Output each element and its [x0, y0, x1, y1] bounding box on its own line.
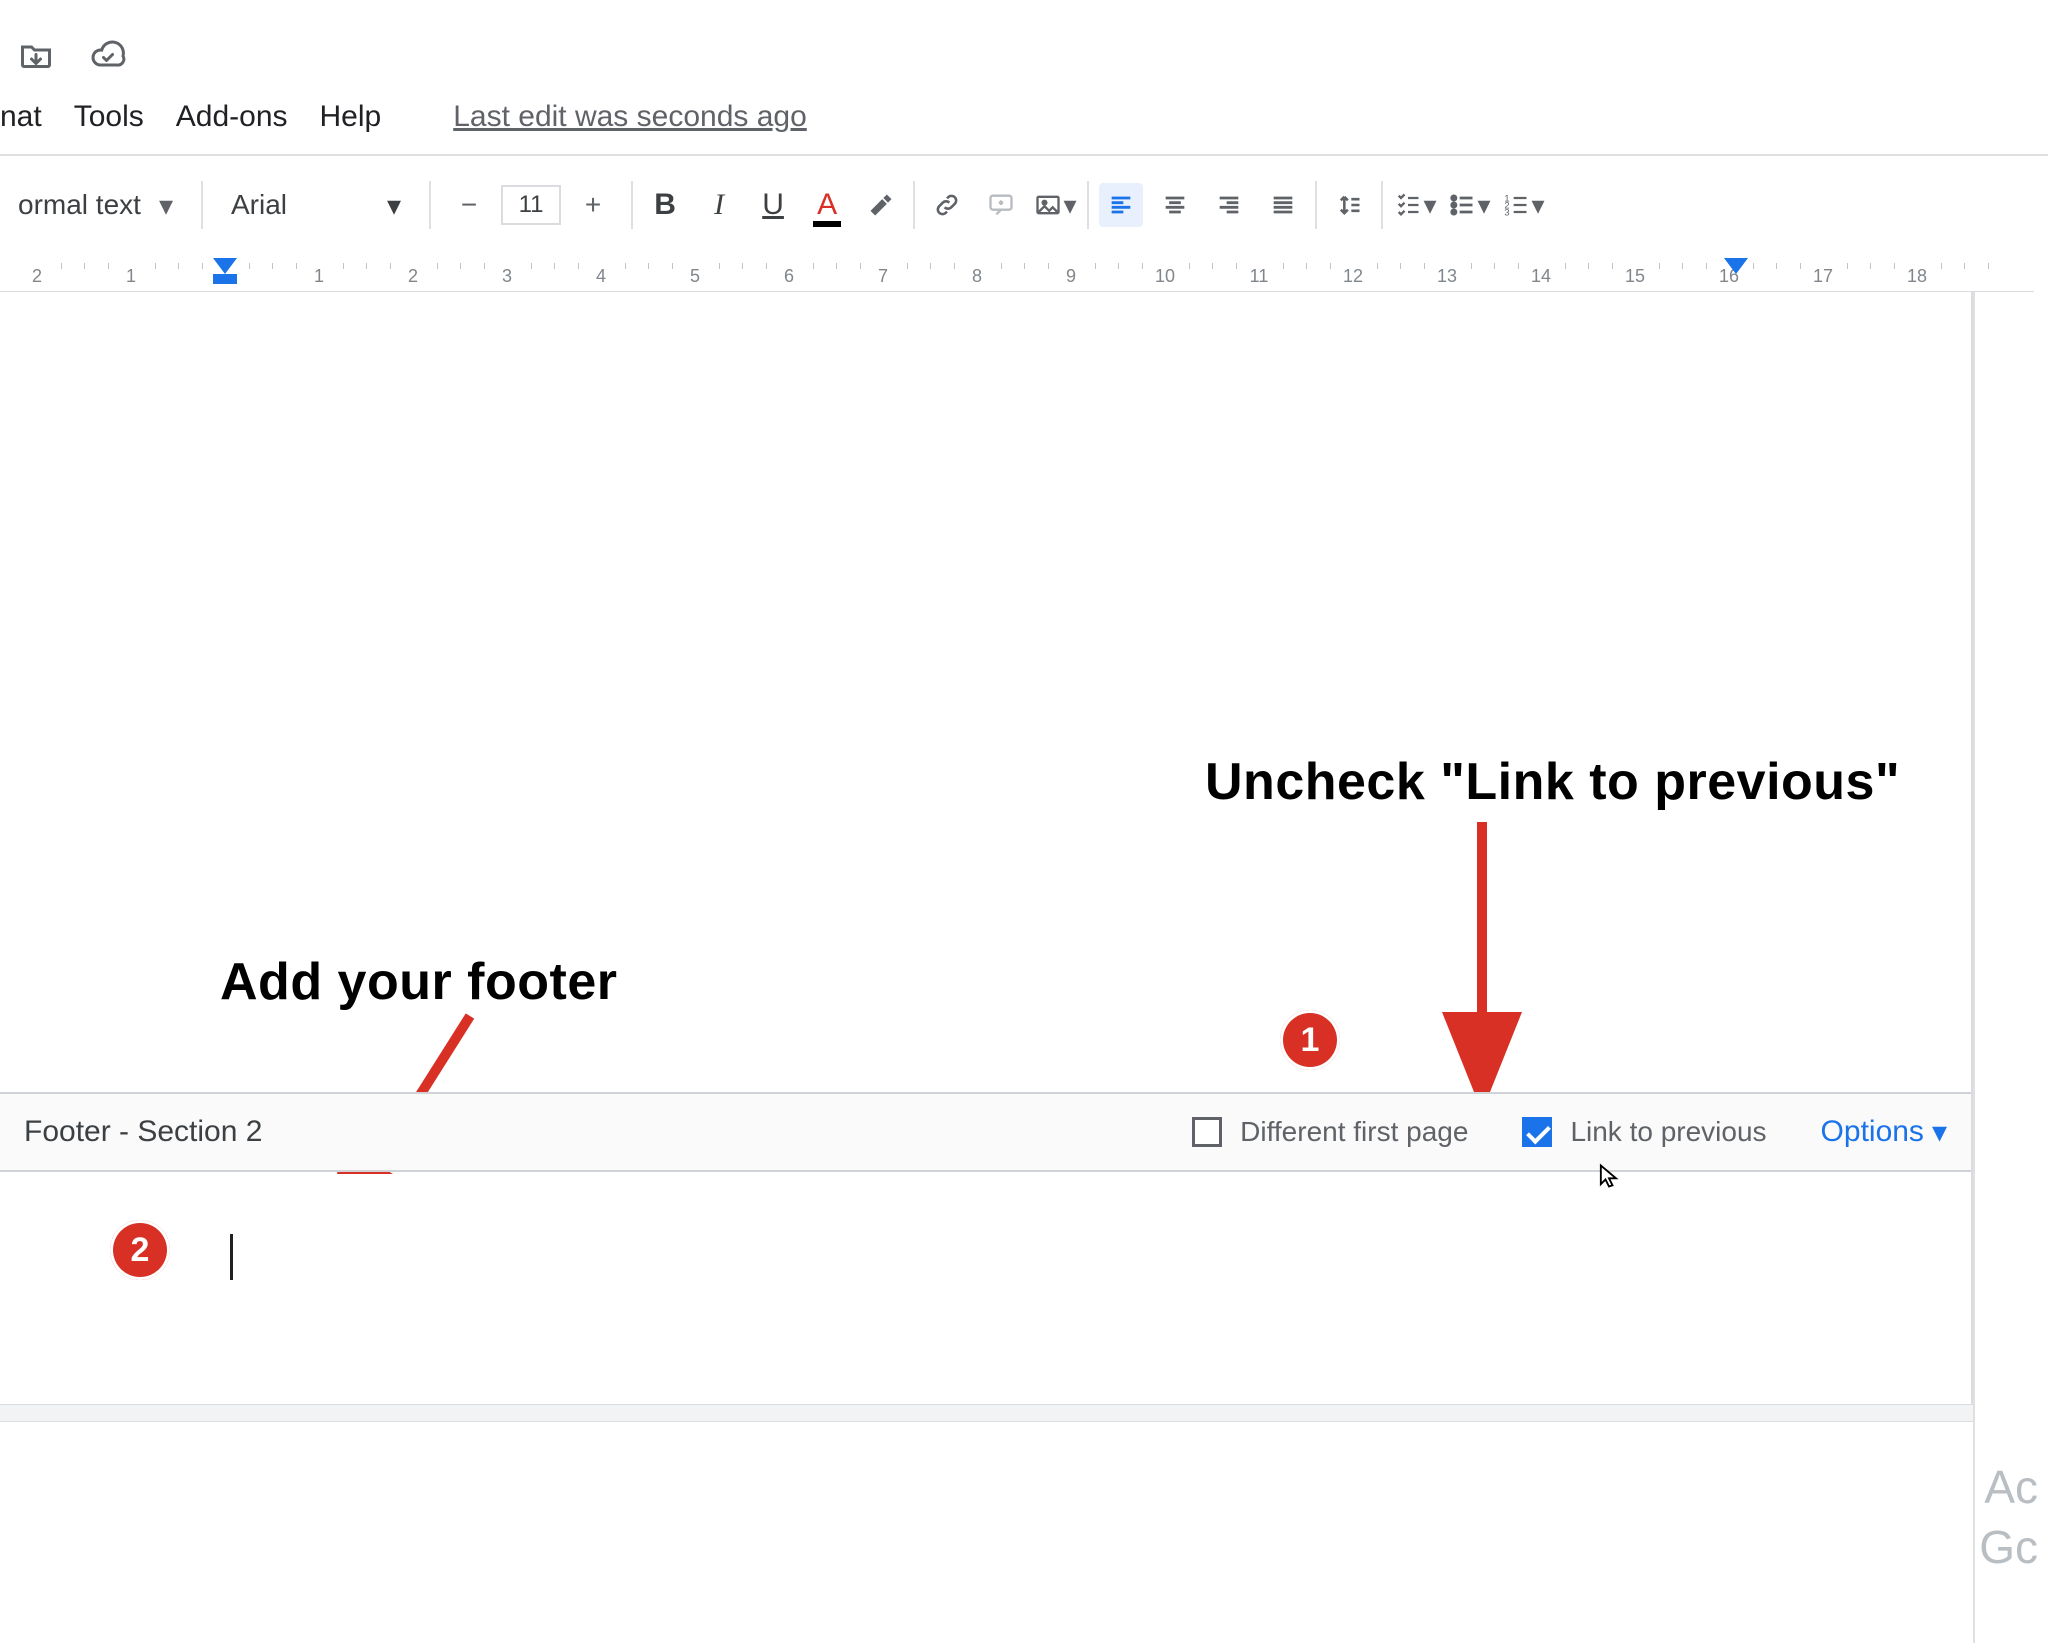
document-page[interactable]: Uncheck "Link to previous" Add your foot… [0, 292, 1973, 1412]
annotation-badge-1: 1 [1280, 1010, 1340, 1070]
chevron-down-icon: ▾ [1932, 1115, 1947, 1150]
bold-button[interactable]: B [643, 183, 687, 227]
side-panel [1973, 292, 2048, 1643]
menu-format[interactable]: nat [0, 100, 42, 134]
highlight-button[interactable] [859, 183, 903, 227]
annotation-text-2: Add your footer [220, 952, 617, 1012]
insert-link-button[interactable] [925, 183, 969, 227]
font-size-increase[interactable]: + [575, 187, 611, 223]
line-spacing-button[interactable] [1327, 183, 1371, 227]
align-right-button[interactable] [1207, 183, 1251, 227]
underline-button[interactable]: U [751, 183, 795, 227]
folder-move-icon[interactable] [18, 38, 54, 79]
chevron-down-icon: ▾ [387, 189, 401, 222]
side-panel-text-2: Gc [1979, 1520, 2038, 1574]
cloud-check-icon[interactable] [90, 38, 126, 79]
menu-addons[interactable]: Add-ons [176, 100, 288, 134]
align-justify-button[interactable] [1261, 183, 1305, 227]
numbered-list-button[interactable]: 123 ▾ [1501, 183, 1545, 227]
link-to-previous-label: Link to previous [1570, 1116, 1766, 1148]
checklist-button[interactable]: ▾ [1393, 183, 1437, 227]
align-center-button[interactable] [1153, 183, 1197, 227]
link-to-previous-checkbox[interactable]: Link to previous [1522, 1116, 1766, 1148]
insert-image-button[interactable]: ▾ [1033, 183, 1077, 227]
footer-options-label: Options [1821, 1115, 1924, 1149]
checkbox-icon [1192, 1117, 1222, 1147]
font-family-select[interactable]: Arial ▾ [213, 189, 419, 222]
footer-section-label: Footer - Section 2 [24, 1115, 262, 1149]
footer-toolbar: Footer - Section 2 Different first page … [0, 1092, 1971, 1172]
horizontal-ruler[interactable]: 21123456789101112131415161718 [0, 260, 2034, 292]
mouse-cursor-icon [1595, 1162, 1623, 1190]
svg-text:3: 3 [1504, 208, 1509, 218]
different-first-page-label: Different first page [1240, 1116, 1468, 1148]
text-cursor [230, 1234, 233, 1280]
font-size-decrease[interactable]: − [451, 187, 487, 223]
toolbar: ormal text ▾ Arial ▾ − 11 + B I U A [0, 170, 1555, 240]
add-comment-button[interactable] [979, 183, 1023, 227]
annotation-text-1: Uncheck "Link to previous" [1205, 752, 1900, 812]
paragraph-style-label: ormal text [18, 189, 141, 221]
font-size-input[interactable]: 11 [501, 185, 561, 225]
side-panel-text-1: Ac [1984, 1460, 2038, 1514]
footer-edit-area[interactable]: 2 [0, 1174, 1971, 1404]
annotation-badge-2: 2 [110, 1220, 170, 1280]
align-left-button[interactable] [1099, 183, 1143, 227]
menubar: nat Tools Add-ons Help Last edit was sec… [0, 100, 807, 134]
different-first-page-checkbox[interactable]: Different first page [1192, 1116, 1468, 1148]
menu-help[interactable]: Help [320, 100, 382, 134]
chevron-down-icon: ▾ [159, 189, 173, 222]
annotation-arrow-1 [1452, 822, 1512, 1082]
page-gap [0, 1404, 1973, 1422]
font-family-label: Arial [231, 189, 287, 221]
text-color-button[interactable]: A [805, 183, 849, 227]
checkbox-icon [1522, 1117, 1552, 1147]
last-edit-link[interactable]: Last edit was seconds ago [453, 100, 807, 134]
paragraph-style-select[interactable]: ormal text ▾ [10, 189, 191, 222]
italic-button[interactable]: I [697, 183, 741, 227]
bulleted-list-button[interactable]: ▾ [1447, 183, 1491, 227]
footer-options-button[interactable]: Options ▾ [1821, 1115, 1947, 1150]
menu-tools[interactable]: Tools [74, 100, 144, 134]
